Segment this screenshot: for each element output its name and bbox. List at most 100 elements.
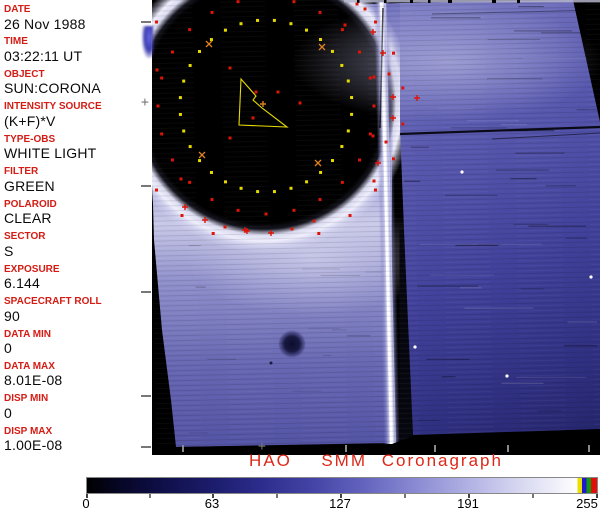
coronagraph-image-area <box>107 0 600 470</box>
calibration-dot <box>198 159 202 163</box>
left-axis-tick <box>141 185 151 187</box>
calibration-dot <box>348 213 352 217</box>
field-value: (K+F)*V <box>4 112 56 129</box>
sidebar-field-object: OBJECT SUN:CORONA <box>4 69 151 97</box>
calibration-dot <box>155 20 159 24</box>
calibration-dot <box>197 49 201 53</box>
calibration-dot <box>305 180 309 184</box>
sidebar-field-sector: SECTOR S <box>4 232 151 258</box>
calibration-dot <box>330 49 334 53</box>
colorbar-tick-label: 127 <box>329 496 351 511</box>
calibration-dot <box>290 227 294 231</box>
calibration-dot <box>209 171 213 175</box>
colorbar-tick-label: 0 <box>82 496 90 511</box>
star-point <box>460 170 464 174</box>
field-label: TYPE-OBS <box>4 133 56 145</box>
calibration-dot <box>346 129 350 133</box>
colorbar-minor-tick <box>149 494 151 498</box>
sidebar-field-filter: FILTER GREEN <box>4 167 151 193</box>
calibration-dot <box>350 96 354 100</box>
star-point <box>589 275 593 279</box>
coronagraph-image <box>107 0 600 470</box>
star-point <box>505 374 509 378</box>
calibration-dot <box>254 90 258 94</box>
colorbar-minor-tick <box>532 494 534 498</box>
calibration-dot <box>160 132 164 136</box>
sidebar-field-date: DATE 26 Nov 1988 <box>4 4 151 32</box>
field-value: GREEN <box>4 177 55 194</box>
left-axis-tick <box>141 395 151 397</box>
calibration-dot <box>170 158 174 162</box>
calibration-dot <box>236 208 240 212</box>
field-value: 1.00E-08 <box>4 437 63 454</box>
calibration-dot <box>210 10 214 14</box>
calibration-dot <box>318 198 322 202</box>
sidebar-field-type-obs: TYPE-OBS WHITE LIGHT <box>4 133 151 162</box>
colorbar-tick-label: 63 <box>204 496 220 511</box>
field-value: SUN:CORONA <box>4 80 101 97</box>
calibration-dot <box>384 140 388 144</box>
calibration-dot <box>289 22 293 26</box>
colorbar-minor-tick <box>276 494 278 498</box>
field-label: DISP MIN <box>4 393 49 405</box>
calibration-dot <box>358 50 362 54</box>
field-label: FILTER <box>4 166 39 178</box>
sidebar-field-data-min: DATA MIN 0 <box>4 328 151 356</box>
dust-speck <box>269 361 273 365</box>
calibration-dot <box>305 28 309 32</box>
field-label: DISP MAX <box>4 425 53 437</box>
axis-plus-mark: + <box>141 95 149 110</box>
calibration-dot <box>210 198 214 202</box>
dust-blob <box>278 330 306 358</box>
field-value: 90 <box>4 307 20 324</box>
calibration-dot <box>318 10 322 14</box>
field-label: TIME <box>4 36 28 48</box>
calibration-dot <box>350 112 354 116</box>
calibration-dot <box>188 63 192 67</box>
calibration-dot <box>317 231 321 235</box>
calibration-dot <box>387 72 391 76</box>
sidebar-field-spacecraft-roll: SPACECRAFT ROLL 90 <box>4 297 151 323</box>
field-label: EXPOSURE <box>4 263 60 275</box>
calibration-dot <box>276 90 280 94</box>
calibration-dot <box>346 79 350 83</box>
calibration-dot <box>223 225 227 229</box>
calibration-dot <box>228 136 232 140</box>
calibration-dot <box>188 145 192 149</box>
calibration-dot <box>340 28 344 32</box>
sidebar-field-polaroid: POLAROID CLEAR <box>4 199 151 227</box>
calibration-dot <box>372 75 376 79</box>
colorbar-tick-label: 191 <box>457 496 479 511</box>
sidebar-field-data-max: DATA MAX 8.01E-08 <box>4 361 151 389</box>
calibration-dot <box>256 190 260 194</box>
star-point <box>413 345 417 349</box>
calibration-dot <box>209 38 213 42</box>
field-value: 6.144 <box>4 275 41 292</box>
calibration-dot <box>264 212 268 216</box>
calibration-dot <box>256 18 260 22</box>
field-value: 8.01E-08 <box>4 372 63 389</box>
calibration-dot <box>343 23 347 27</box>
calibration-dot <box>236 0 240 4</box>
calibration-dot <box>373 188 377 192</box>
calibration-dot <box>355 2 359 6</box>
field-value: WHITE LIGHT <box>4 145 97 162</box>
calibration-dot <box>160 76 164 80</box>
calibration-dot <box>223 28 227 32</box>
field-value: CLEAR <box>4 210 52 227</box>
field-value: 26 Nov 1988 <box>4 15 86 32</box>
left-axis-tick <box>141 446 151 448</box>
calibration-dot <box>178 96 182 100</box>
sidebar-field-time: TIME 03:22:11 UT <box>4 37 151 63</box>
calibration-dot <box>211 231 215 235</box>
page-title: HAO SMM Coronagraph <box>249 451 503 470</box>
left-axis-tick <box>141 291 151 293</box>
calibration-dot <box>188 28 192 32</box>
calibration-dot <box>292 0 296 4</box>
calibration-dot <box>170 50 174 54</box>
bottom-axis-tick <box>434 445 436 452</box>
calibration-dot <box>401 86 405 90</box>
field-label: DATA MIN <box>4 328 52 340</box>
field-label: SECTOR <box>4 231 46 243</box>
calibration-dot <box>289 186 293 190</box>
